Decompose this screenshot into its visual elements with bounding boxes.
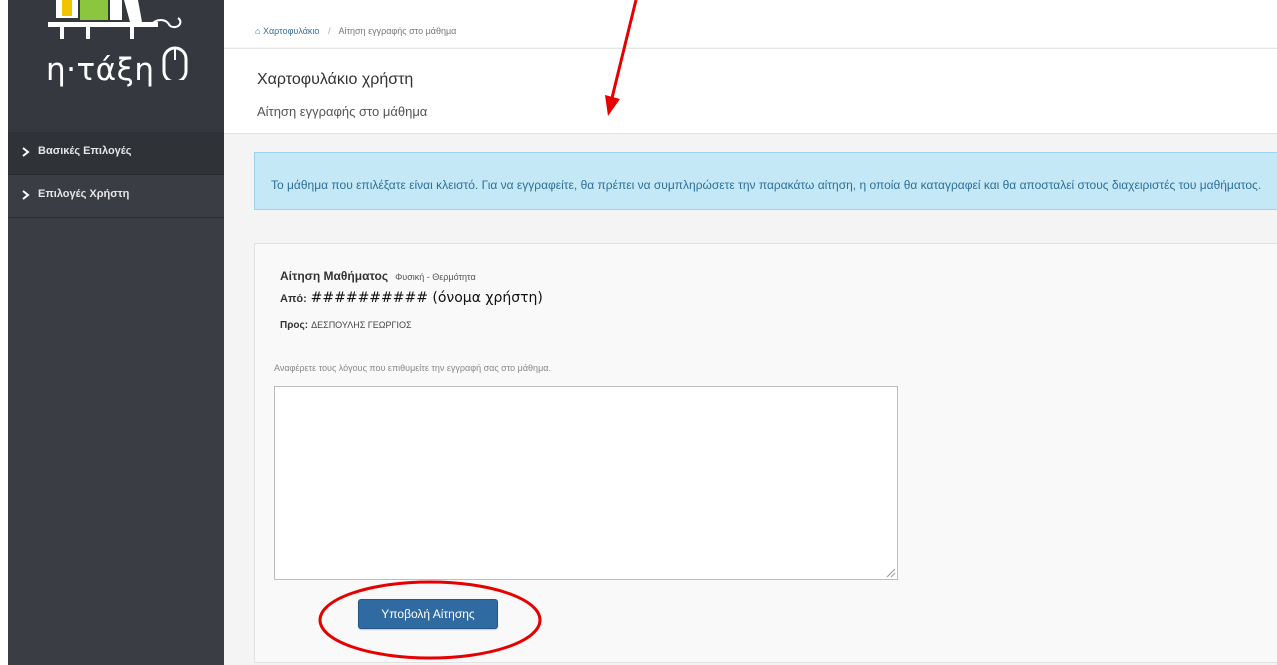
left-edge [0, 0, 8, 665]
reason-textarea[interactable] [274, 386, 898, 580]
request-to-line: Προς: ΔΕΣΠΟΥΛΗΣ ΓΕΩΡΓΙΟΣ [280, 319, 412, 331]
request-course-line: Αίτηση Μαθήματος Φυσική - Θερμότητα [280, 269, 476, 283]
request-to-label: Προς: [280, 320, 309, 331]
resize-grip-icon[interactable] [884, 566, 896, 578]
chevron-right-icon [22, 190, 30, 200]
main-content: ⌂ Χαρτοφυλάκιο / Αίτηση εγγραφής στο μάθ… [224, 0, 1277, 665]
sidebar-item-label: Βασικές Επιλογές [38, 145, 132, 157]
sidebar-item-label: Επιλογές Χρήστη [38, 188, 130, 200]
reason-hint: Αναφέρετε τους λόγους που επιθυμείτε την… [274, 363, 551, 373]
logo[interactable]: η·τάξη [8, 0, 224, 132]
chevron-right-icon [22, 147, 30, 157]
page-title: Χαρτοφυλάκιο χρήστη [257, 71, 414, 88]
breadcrumb-bar: ⌂ Χαρτοφυλάκιο / Αίτηση εγγραφής στο μάθ… [224, 0, 1277, 47]
sidebar-item-user-options[interactable]: Επιλογές Χρήστη [8, 175, 224, 218]
breadcrumb-separator: / [327, 26, 331, 36]
request-from-line: Από: ########## (όνομα χρήστη) [280, 289, 543, 306]
request-from-label: Από: [280, 293, 307, 305]
sidebar: η·τάξη Βασικές Επιλογές Επιλογές Χρήστη [8, 0, 224, 665]
request-form-panel: Αίτηση Μαθήματος Φυσική - Θερμότητα Από:… [254, 243, 1277, 663]
info-alert: Το μάθημα που επιλέξατε είναι κλειστό. Γ… [254, 152, 1277, 210]
breadcrumb-current: Αίτηση εγγραφής στο μάθημα [338, 26, 457, 36]
logo-text: η·τάξη [46, 52, 155, 88]
home-icon: ⌂ [255, 26, 261, 36]
breadcrumb: ⌂ Χαρτοφυλάκιο / Αίτηση εγγραφής στο μάθ… [255, 26, 456, 36]
breadcrumb-home-link[interactable]: Χαρτοφυλάκιο [263, 26, 319, 36]
request-course: Φυσική - Θερμότητα [395, 272, 476, 282]
sidebar-item-basic-options[interactable]: Βασικές Επιλογές [8, 132, 224, 175]
alert-text: Το μάθημα που επιλέξατε είναι κλειστό. Γ… [271, 178, 1262, 192]
request-title-label: Αίτηση Μαθήματος [280, 269, 389, 283]
request-from-value: ########## (όνομα χρήστη) [310, 290, 543, 306]
page-header: Χαρτοφυλάκιο χρήστη Αίτηση εγγραφής στο … [224, 48, 1277, 134]
submit-request-button[interactable]: Υποβολή Αίτησης [358, 599, 498, 629]
request-to-value: ΔΕΣΠΟΥΛΗΣ ΓΕΩΡΓΙΟΣ [311, 320, 412, 330]
page-subtitle: Αίτηση εγγραφής στο μάθημα [257, 104, 428, 119]
